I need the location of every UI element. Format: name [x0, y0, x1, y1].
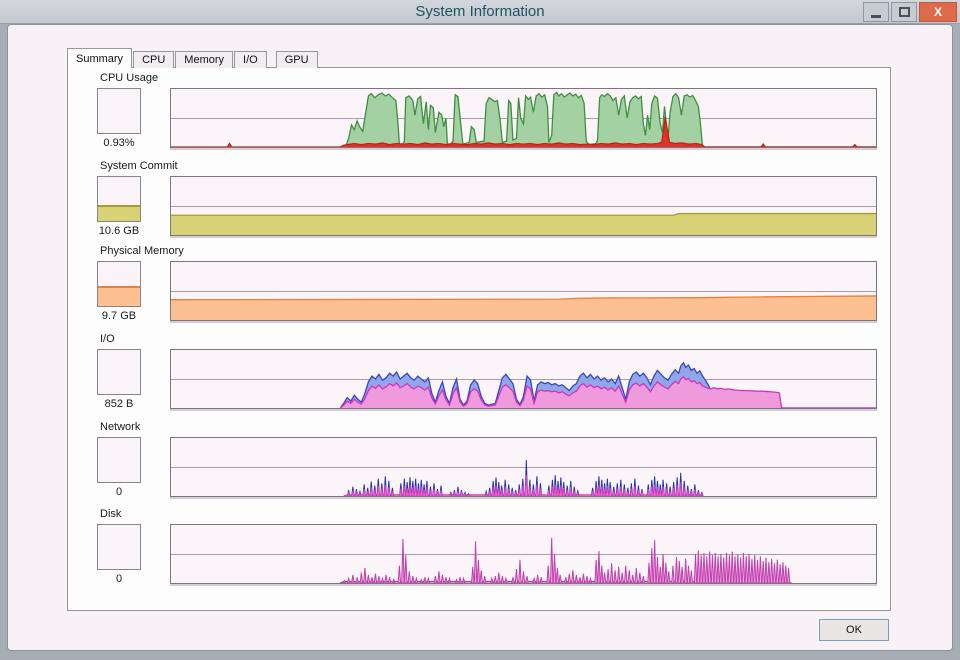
network-gauge [97, 437, 141, 483]
cpu-usage-gauge [97, 88, 141, 134]
system-commit-value: 10.6 GB [75, 225, 163, 237]
system-commit-row: System Commit 10.6 GB [68, 160, 890, 242]
titlebar[interactable]: System Information X [0, 0, 960, 24]
system-commit-label: System Commit [100, 160, 178, 172]
close-icon: X [934, 5, 942, 19]
close-button[interactable]: X [919, 2, 957, 22]
disk-row: Disk 0 [68, 508, 890, 590]
minimize-button[interactable] [863, 2, 889, 22]
io-row: I/O 852 B [68, 333, 890, 415]
cpu-usage-label: CPU Usage [100, 72, 158, 84]
physical-memory-row: Physical Memory 9.7 GB [68, 245, 890, 327]
system-information-window: System Information X Summary CPU Memory … [0, 0, 960, 660]
window-controls: X [863, 2, 957, 22]
network-value: 0 [75, 486, 163, 498]
tab-memory[interactable]: Memory [175, 51, 233, 68]
summary-tab-page: CPU Usage 0.93% System Commit 10.6 GB Ph… [67, 67, 891, 611]
disk-label: Disk [100, 508, 121, 520]
maximize-button[interactable] [891, 2, 917, 22]
tab-cpu[interactable]: CPU [133, 51, 174, 68]
io-label: I/O [100, 333, 115, 345]
tab-gpu[interactable]: GPU [276, 51, 318, 68]
physical-memory-value: 9.7 GB [75, 310, 163, 322]
tab-io[interactable]: I/O [234, 51, 267, 68]
disk-graph[interactable] [170, 524, 877, 584]
tab-strip: Summary CPU Memory I/O GPU [67, 48, 319, 68]
physical-memory-graph[interactable] [170, 261, 877, 321]
window-title: System Information [0, 3, 960, 20]
io-gauge [97, 349, 141, 395]
network-label: Network [100, 421, 140, 433]
system-commit-graph[interactable] [170, 176, 877, 236]
physical-memory-gauge [97, 261, 141, 307]
ok-button[interactable]: OK [819, 619, 889, 641]
cpu-usage-row: CPU Usage 0.93% [68, 72, 890, 154]
system-commit-gauge [97, 176, 141, 222]
tab-summary[interactable]: Summary [67, 48, 132, 68]
disk-gauge [97, 524, 141, 570]
maximize-icon [899, 7, 910, 17]
dialog-body: Summary CPU Memory I/O GPU CPU Usage 0.9… [7, 24, 953, 651]
io-graph[interactable] [170, 349, 877, 409]
minimize-icon [871, 15, 881, 18]
network-row: Network 0 [68, 421, 890, 503]
cpu-usage-graph[interactable] [170, 88, 877, 148]
cpu-usage-value: 0.93% [75, 137, 163, 149]
io-value: 852 B [75, 398, 163, 410]
physical-memory-label: Physical Memory [100, 245, 184, 257]
disk-value: 0 [75, 573, 163, 585]
network-graph[interactable] [170, 437, 877, 497]
